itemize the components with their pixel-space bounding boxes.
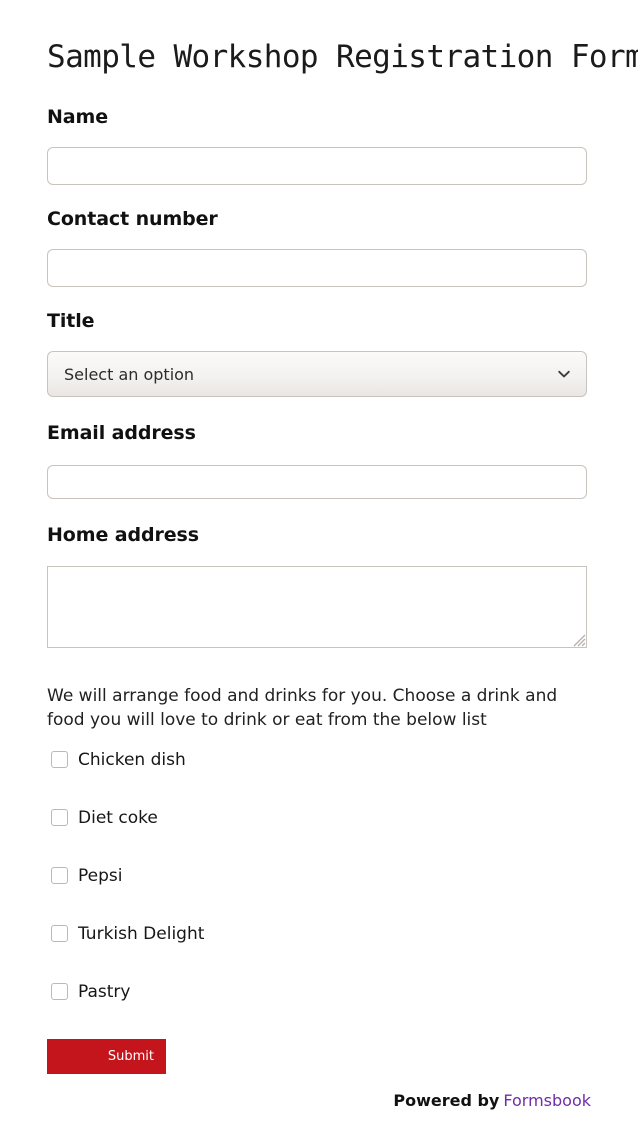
- page-title: Sample Workshop Registration Form: [47, 37, 592, 77]
- checkbox-pepsi[interactable]: [51, 867, 68, 884]
- chevron-down-icon: [556, 366, 572, 382]
- registration-form-page: Sample Workshop Registration Form Name C…: [0, 0, 638, 1128]
- field-label-contact-number: Contact number: [47, 207, 218, 231]
- checkbox-pastry[interactable]: [51, 983, 68, 1000]
- checkbox-row-pepsi[interactable]: Pepsi: [47, 864, 587, 890]
- checkbox-row-pastry[interactable]: Pastry: [47, 980, 587, 1006]
- checkbox-label-diet-coke[interactable]: Diet coke: [78, 806, 158, 830]
- field-label-title: Title: [47, 309, 94, 333]
- food-drinks-helper-text: We will arrange food and drinks for you.…: [47, 684, 592, 732]
- footer-powered-by: Powered byFormsbook: [393, 1090, 591, 1112]
- checkbox-turkish-delight[interactable]: [51, 925, 68, 942]
- title-select[interactable]: Select an option: [47, 351, 587, 397]
- checkbox-row-diet-coke[interactable]: Diet coke: [47, 806, 587, 832]
- footer-prefix-label: Powered by: [393, 1091, 499, 1110]
- formsbook-brand-link[interactable]: Formsbook: [503, 1091, 591, 1110]
- checkbox-chicken-dish[interactable]: [51, 751, 68, 768]
- title-select-value: Select an option: [64, 352, 194, 398]
- email-address-input[interactable]: [47, 465, 587, 499]
- contact-number-input[interactable]: [47, 249, 587, 287]
- checkbox-label-chicken-dish[interactable]: Chicken dish: [78, 748, 186, 772]
- checkbox-row-chicken-dish[interactable]: Chicken dish: [47, 748, 587, 774]
- field-label-name: Name: [47, 105, 108, 129]
- name-input[interactable]: [47, 147, 587, 185]
- home-address-textarea[interactable]: [47, 566, 587, 648]
- field-label-home-address: Home address: [47, 523, 199, 547]
- checkbox-label-pepsi[interactable]: Pepsi: [78, 864, 122, 888]
- submit-button[interactable]: Submit: [47, 1039, 166, 1074]
- checkbox-diet-coke[interactable]: [51, 809, 68, 826]
- checkbox-label-turkish-delight[interactable]: Turkish Delight: [78, 922, 204, 946]
- field-label-email-address: Email address: [47, 421, 196, 445]
- checkbox-row-turkish-delight[interactable]: Turkish Delight: [47, 922, 587, 948]
- checkbox-label-pastry[interactable]: Pastry: [78, 980, 130, 1004]
